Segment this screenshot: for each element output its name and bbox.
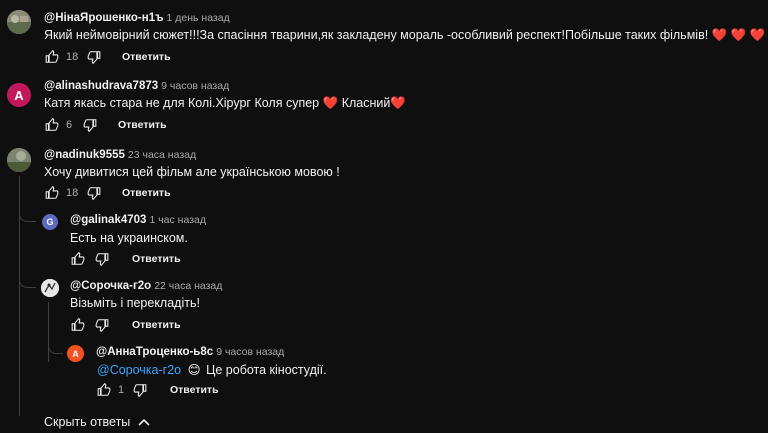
like-count: 6 bbox=[66, 119, 73, 131]
author-name[interactable]: @АннаТроценко-ь8с bbox=[96, 346, 213, 358]
avatar[interactable] bbox=[7, 148, 31, 172]
reply-button[interactable]: Ответить bbox=[132, 253, 181, 265]
comment-time[interactable]: 9 часов назад bbox=[161, 80, 229, 92]
heart-emoji: ❤️ bbox=[322, 96, 339, 110]
author-name[interactable]: @galinak4703 bbox=[70, 214, 146, 226]
chevron-up-icon bbox=[138, 418, 150, 426]
reply-text: Есть на украинском. bbox=[70, 231, 188, 245]
reply-button[interactable]: Ответить bbox=[122, 187, 171, 199]
avatar[interactable]: A bbox=[7, 83, 31, 107]
comment-body-tail: Класний bbox=[341, 96, 391, 110]
comment-time[interactable]: 1 день назад bbox=[166, 12, 229, 24]
reply-time[interactable]: 22 часа назад bbox=[154, 280, 222, 292]
like-count: 1 bbox=[118, 384, 125, 396]
like-count: 18 bbox=[66, 187, 79, 199]
reply-button[interactable]: Ответить bbox=[132, 319, 181, 331]
heart-emoji: ❤️ bbox=[390, 96, 406, 110]
comment-actions: 18 Ответить bbox=[44, 183, 171, 203]
reply-button[interactable]: Ответить bbox=[118, 119, 167, 131]
reply-actions: Ответить bbox=[70, 249, 181, 269]
thumbs-down-icon[interactable] bbox=[94, 317, 110, 333]
thumbs-up-icon[interactable] bbox=[70, 251, 86, 267]
comment-time[interactable]: 23 часа назад bbox=[128, 149, 196, 161]
reply-text: @Сорочка-г2о 😊 Це робота кіностудії. bbox=[97, 362, 327, 377]
reply-author[interactable]: @Сорочка-г2о 22 часа назад bbox=[70, 280, 222, 292]
reply-time[interactable]: 9 часов назад bbox=[216, 346, 284, 358]
comment-text: Хочу дивитися цей фільм але українською … bbox=[44, 165, 340, 179]
thread-connector bbox=[19, 206, 36, 222]
reply-body: Це робота кіностудії. bbox=[206, 363, 327, 377]
avatar[interactable]: G bbox=[42, 214, 58, 230]
avatar[interactable] bbox=[7, 10, 31, 34]
reply-time[interactable]: 1 час назад bbox=[149, 214, 206, 226]
comment-body: Катя якась стара не для Колі.Хірург Коля… bbox=[44, 96, 320, 110]
thread-connector bbox=[19, 272, 36, 288]
avatar-drawing-icon bbox=[41, 279, 59, 297]
thumbs-down-icon[interactable] bbox=[94, 251, 110, 267]
thumbs-down-icon[interactable] bbox=[82, 117, 98, 133]
thread-connector bbox=[48, 338, 63, 354]
author-name[interactable]: @nadinuk9555 bbox=[44, 149, 125, 161]
comment-author[interactable]: @nadinuk9555 23 часа назад bbox=[44, 149, 196, 161]
comment-body: Який неймовірний сюжет!!!За спасіння тва… bbox=[44, 28, 709, 42]
reply-actions: Ответить bbox=[70, 315, 181, 335]
comment-actions: 18 Ответить bbox=[44, 47, 171, 67]
avatar[interactable]: А bbox=[67, 345, 84, 362]
avatar-photo-icon bbox=[7, 148, 31, 172]
hide-replies-label: Скрыть ответы bbox=[44, 415, 131, 429]
comment-text: Катя якась стара не для Колі.Хірург Коля… bbox=[44, 96, 406, 111]
avatar[interactable] bbox=[41, 279, 59, 297]
thumbs-up-icon[interactable] bbox=[44, 185, 60, 201]
comment-text: Який неймовірний сюжет!!!За спасіння тва… bbox=[44, 28, 765, 43]
comment-actions: 6 Ответить bbox=[44, 115, 167, 135]
comment-author[interactable]: @НінаЯрошенко-н1ъ 1 день назад bbox=[44, 12, 230, 24]
thumbs-up-icon[interactable] bbox=[70, 317, 86, 333]
author-name[interactable]: @Сорочка-г2о bbox=[70, 280, 151, 292]
thumbs-up-icon[interactable] bbox=[44, 117, 60, 133]
mention-link[interactable]: @Сорочка-г2о bbox=[97, 363, 181, 377]
smile-emoji: 😊 bbox=[187, 363, 201, 377]
thumbs-down-icon[interactable] bbox=[86, 185, 102, 201]
heart-emoji: ❤️ ❤️ ❤️ bbox=[711, 28, 766, 42]
avatar-photo-icon bbox=[7, 10, 31, 34]
author-name[interactable]: @alinashudrava7873 bbox=[44, 80, 158, 92]
thread-line bbox=[48, 302, 49, 362]
thumbs-up-icon[interactable] bbox=[96, 382, 112, 398]
reply-button[interactable]: Ответить bbox=[170, 384, 219, 396]
thumbs-up-icon[interactable] bbox=[44, 49, 60, 65]
author-name[interactable]: @НінаЯрошенко-н1ъ bbox=[44, 12, 163, 24]
like-count: 18 bbox=[66, 51, 79, 63]
reply-button[interactable]: Ответить bbox=[122, 51, 171, 63]
reply-author[interactable]: @galinak4703 1 час назад bbox=[70, 214, 206, 226]
thumbs-down-icon[interactable] bbox=[132, 382, 148, 398]
comment-author[interactable]: @alinashudrava7873 9 часов назад bbox=[44, 80, 229, 92]
hide-replies-button[interactable]: Скрыть ответы bbox=[44, 415, 150, 429]
reply-actions: 1 Ответить bbox=[96, 380, 219, 400]
reply-author[interactable]: @АннаТроценко-ь8с 9 часов назад bbox=[96, 346, 284, 358]
thumbs-down-icon[interactable] bbox=[86, 49, 102, 65]
reply-text: Візьміть і перекладіть! bbox=[70, 296, 200, 310]
